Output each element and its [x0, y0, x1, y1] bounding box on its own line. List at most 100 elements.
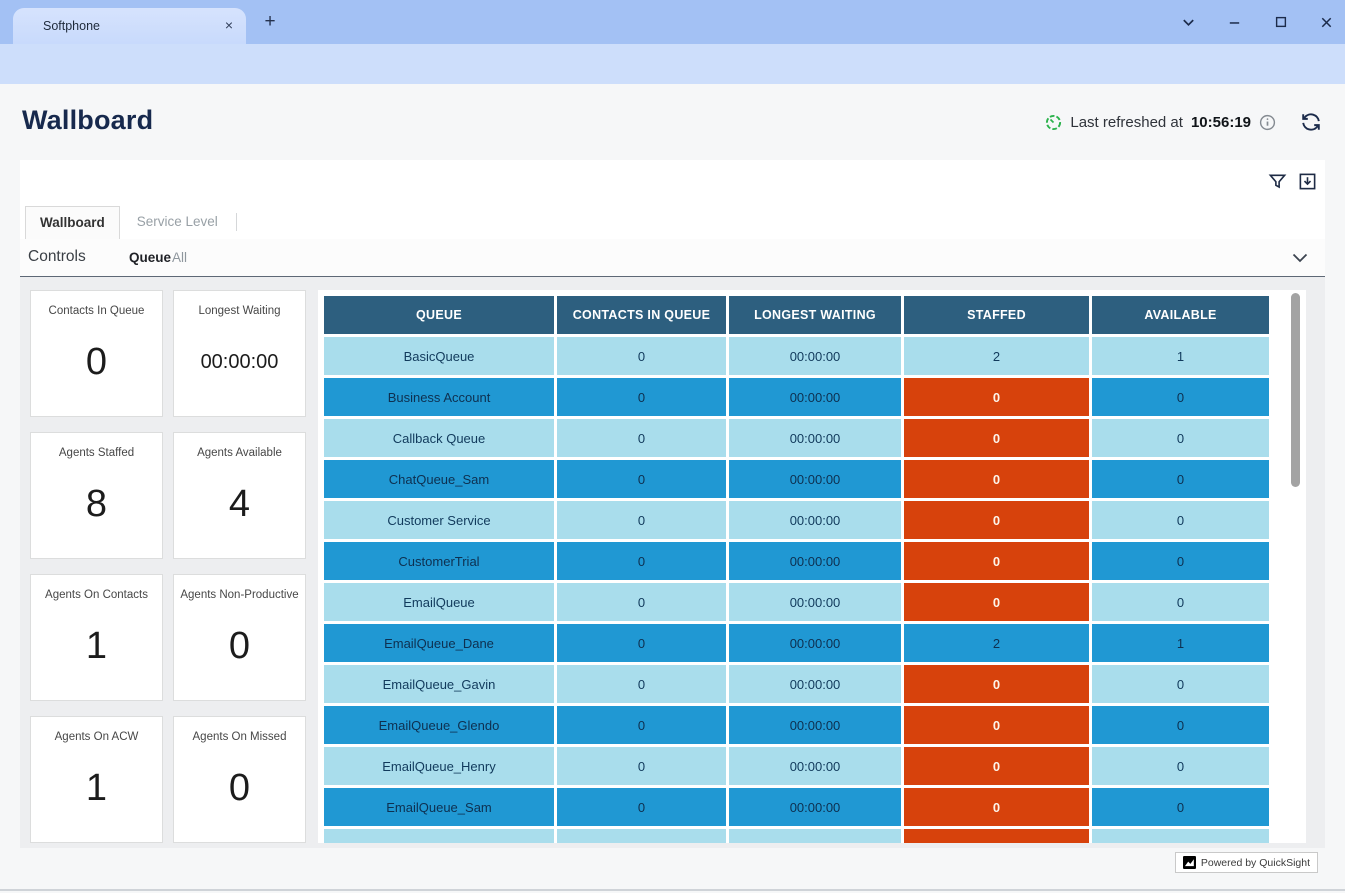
contacts-in-queue-cell: 0: [557, 624, 726, 662]
contacts-in-queue-cell: 0: [557, 542, 726, 580]
close-button[interactable]: [1318, 14, 1335, 31]
tab-wallboard[interactable]: Wallboard: [25, 206, 120, 239]
staffed-cell: 2: [904, 337, 1089, 375]
quicksight-logo-icon: [1183, 856, 1196, 869]
queue-cell: CustomerTrial: [324, 542, 554, 580]
kpi-card: Longest Waiting00:00:00: [173, 290, 306, 417]
kpi-card: Agents Staffed 8: [30, 432, 163, 559]
table-row: Customer Service000:00:0000: [324, 501, 1269, 539]
dashboard-panel: Wallboard Service Level Controls Queue A…: [20, 160, 1325, 848]
refresh-button[interactable]: [1300, 111, 1322, 133]
minimize-button[interactable]: [1226, 14, 1243, 31]
available-cell: 0: [1092, 460, 1269, 498]
staffed-cell: 0: [904, 665, 1089, 703]
table-row: EmailQueue_Sam000:00:0000: [324, 788, 1269, 826]
staffed-cell: 2: [904, 624, 1089, 662]
kpi-card: Agents On Missed0: [173, 716, 306, 843]
queue-cell: Customer Service: [324, 501, 554, 539]
contacts-in-queue-cell: 0: [557, 788, 726, 826]
table-row: ChatQueue_Sam000:00:0000: [324, 460, 1269, 498]
available-cell: 0: [1092, 378, 1269, 416]
powered-by-label: Powered by QuickSight: [1201, 857, 1310, 869]
kpi-value: 0: [229, 625, 250, 668]
staffed-cell: 0: [904, 788, 1089, 826]
kpi-value: 00:00:00: [201, 351, 279, 374]
kpi-value: 1: [86, 625, 107, 668]
contacts-in-queue-cell: 0: [557, 706, 726, 744]
info-icon[interactable]: [1259, 114, 1276, 131]
contacts-in-queue-cell: 0: [557, 337, 726, 375]
tab-service-level[interactable]: Service Level: [120, 206, 235, 239]
staffed-cell: 0: [904, 829, 1089, 843]
kpi-value: 0: [86, 341, 107, 384]
table-row: EmailQueue_Gavin000:00:0000: [324, 665, 1269, 703]
table-scrollbar-thumb[interactable]: [1291, 293, 1300, 487]
kpi-label: Agents Non-Productive: [174, 588, 304, 602]
page-title: Wallboard: [22, 105, 153, 136]
kpi-value: 1: [86, 767, 107, 810]
kpi-card: Agents On Contacts1: [30, 574, 163, 701]
longest-waiting-cell: 00:00:00: [729, 624, 901, 662]
available-cell: 0: [1092, 419, 1269, 457]
kpi-value: 8: [86, 483, 107, 526]
kpi-card: Contacts In Queue 0: [30, 290, 163, 417]
export-icon[interactable]: [1298, 172, 1317, 191]
new-tab-button[interactable]: +: [258, 10, 282, 34]
queue-cell: EmailQueue: [324, 583, 554, 621]
browser-toolbar: /reports/wallboard?standalone=true Updat…: [0, 44, 1345, 84]
longest-waiting-cell: 00:00:00: [729, 378, 901, 416]
filter-icon[interactable]: [1268, 172, 1287, 191]
longest-waiting-cell: 00:00:00: [729, 542, 901, 580]
queue-filter-value[interactable]: All: [172, 250, 187, 265]
contacts-in-queue-cell: 0: [557, 501, 726, 539]
kpi-label: Contacts In Queue: [43, 304, 151, 318]
longest-waiting-cell: 00:00:00: [729, 788, 901, 826]
table-row: EmailQueue_Glendo000:00:0000: [324, 706, 1269, 744]
queue-cell: EmailQueue_Glendo: [324, 706, 554, 744]
kpi-value: 0: [229, 767, 250, 810]
available-cell: 0: [1092, 788, 1269, 826]
queue-cell: BasicQueue: [324, 337, 554, 375]
queue-table-container: QUEUECONTACTS IN QUEUELONGEST WAITINGSTA…: [318, 290, 1306, 843]
queue-cell: EmailQueue_Gavin: [324, 665, 554, 703]
staffed-cell: 0: [904, 460, 1089, 498]
contacts-in-queue-cell: 0: [557, 378, 726, 416]
table-row: BasicQueue000:00:0021: [324, 337, 1269, 375]
contacts-in-queue-cell: 0: [557, 460, 726, 498]
tab-separator: [236, 213, 237, 231]
maximize-button[interactable]: [1272, 14, 1289, 31]
longest-waiting-cell: 00:00:00: [729, 665, 901, 703]
kpi-card: Agents Non-Productive 0: [173, 574, 306, 701]
staffed-cell: 0: [904, 419, 1089, 457]
column-header: QUEUE: [324, 296, 554, 334]
longest-waiting-cell: 00:00:00: [729, 419, 901, 457]
tab-close-icon[interactable]: ×: [220, 17, 238, 35]
kpi-label: Agents Staffed: [53, 446, 140, 460]
queue-table: QUEUECONTACTS IN QUEUELONGEST WAITINGSTA…: [321, 293, 1272, 843]
available-cell: 0: [1092, 583, 1269, 621]
available-cell: 0: [1092, 665, 1269, 703]
browser-tab[interactable]: Softphone ×: [13, 8, 246, 44]
tab-title: Softphone: [43, 19, 100, 33]
taskbar-edge: [0, 889, 1345, 891]
contacts-in-queue-cell: 0: [557, 419, 726, 457]
queue-cell: Business Account: [324, 378, 554, 416]
available-cell: 0: [1092, 501, 1269, 539]
tab-search-chevron-icon[interactable]: [1180, 14, 1197, 31]
available-cell: 0: [1092, 542, 1269, 580]
longest-waiting-cell: 00:00:00: [729, 706, 901, 744]
staffed-cell: 0: [904, 501, 1089, 539]
queue-filter-label: Queue: [129, 250, 171, 265]
queue-cell: ChatQueue_Sam: [324, 460, 554, 498]
controls-collapse-chevron-icon[interactable]: [1292, 251, 1308, 265]
contacts-in-queue-cell: 0: [557, 583, 726, 621]
auto-refresh-timer-icon: [1045, 114, 1062, 131]
quicksight-badge[interactable]: Powered by QuickSight: [1175, 852, 1318, 873]
contacts-in-queue-cell: 0: [557, 829, 726, 843]
staffed-cell: 0: [904, 542, 1089, 580]
available-cell: 0: [1092, 747, 1269, 785]
dashboard-area: Contacts In Queue 0 Longest Waiting00:00:0…: [20, 277, 1325, 848]
browser-titlebar: Softphone × +: [0, 0, 1345, 44]
queue-cell: EmailQueue_Henry: [324, 747, 554, 785]
table-row: CustomerTrial000:00:0000: [324, 542, 1269, 580]
